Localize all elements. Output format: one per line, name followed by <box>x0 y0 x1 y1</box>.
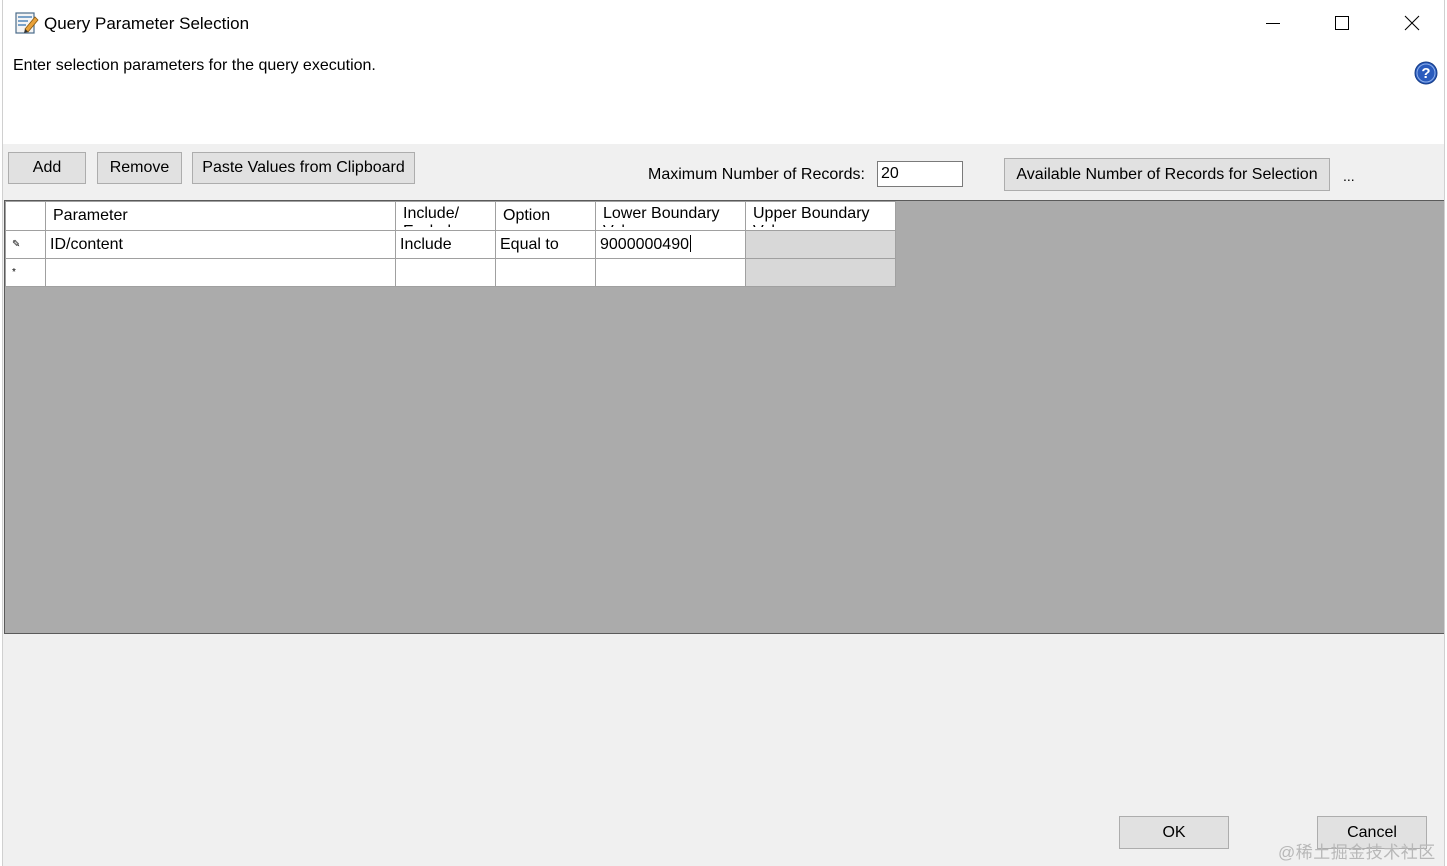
column-header-lower-boundary[interactable]: Lower Boundary Value <box>595 201 746 231</box>
column-header-parameter[interactable]: Parameter <box>45 201 396 231</box>
dialog-window: Query Parameter Selection Enter selectio… <box>2 0 1445 866</box>
grid-corner-header <box>5 201 46 231</box>
cell-lower-boundary-value[interactable]: 9000000490 <box>600 236 689 253</box>
minimize-button[interactable] <box>1238 0 1308 46</box>
column-header-label: Upper Boundary Value <box>753 205 870 227</box>
column-header-label: Include/ Exclude <box>403 205 460 227</box>
cell-option[interactable] <box>495 258 596 287</box>
column-header-upper-boundary[interactable]: Upper Boundary Value <box>745 201 896 231</box>
cell-option[interactable]: Equal to <box>495 230 596 259</box>
column-header-label: Parameter <box>53 207 128 224</box>
max-records-input[interactable] <box>877 161 963 187</box>
cell-upper-boundary <box>745 258 896 287</box>
title-bar: Query Parameter Selection <box>3 0 1444 46</box>
query-parameter-icon <box>15 11 39 35</box>
column-header-label: Lower Boundary Value <box>603 205 720 227</box>
minimize-icon <box>1266 23 1280 24</box>
cell-include-exclude[interactable] <box>395 258 496 287</box>
maximize-button[interactable] <box>1307 0 1377 46</box>
paste-from-clipboard-button[interactable]: Paste Values from Clipboard <box>192 152 415 184</box>
close-icon <box>1404 15 1420 31</box>
watermark-text: @稀土掘金技术社区 <box>1278 843 1436 862</box>
instruction-text: Enter selection parameters for the query… <box>13 57 376 74</box>
maximize-icon <box>1335 16 1349 30</box>
parameter-table: Parameter Include/ Exclude Option Lower … <box>5 201 896 287</box>
column-header-option[interactable]: Option <box>495 201 596 231</box>
grid-header-row: Parameter Include/ Exclude Option Lower … <box>5 201 896 231</box>
cell-include-exclude[interactable]: Include <box>395 230 496 259</box>
row-new-marker[interactable]: * <box>5 258 46 287</box>
available-records-button[interactable]: Available Number of Records for Selectio… <box>1004 158 1330 191</box>
window-title: Query Parameter Selection <box>44 14 250 33</box>
table-row-new[interactable]: * <box>5 258 896 287</box>
row-edit-marker[interactable]: ✎ <box>5 230 46 259</box>
max-records-label: Maximum Number of Records: <box>648 166 865 183</box>
cell-lower-boundary[interactable]: 9000000490 <box>595 230 746 259</box>
text-caret <box>689 235 691 252</box>
parameter-grid: Parameter Include/ Exclude Option Lower … <box>4 200 1444 634</box>
cell-parameter[interactable] <box>45 258 396 287</box>
ok-button[interactable]: OK <box>1119 816 1229 849</box>
close-button[interactable] <box>1377 0 1444 46</box>
content-area: Add Remove Paste Values from Clipboard M… <box>3 144 1444 866</box>
remove-button[interactable]: Remove <box>97 152 182 184</box>
cell-parameter[interactable]: ID/content <box>45 230 396 259</box>
cell-upper-boundary <box>745 230 896 259</box>
column-header-include-exclude[interactable]: Include/ Exclude <box>395 201 496 231</box>
help-icon[interactable]: ? <box>1414 61 1438 85</box>
add-button[interactable]: Add <box>8 152 86 184</box>
table-row[interactable]: ✎ ID/content Include Equal to 9000000490 <box>5 230 896 259</box>
cell-lower-boundary[interactable] <box>595 258 746 287</box>
column-header-label: Option <box>503 207 551 224</box>
svg-text:?: ? <box>1421 65 1430 82</box>
available-records-ellipsis: ... <box>1343 168 1355 184</box>
